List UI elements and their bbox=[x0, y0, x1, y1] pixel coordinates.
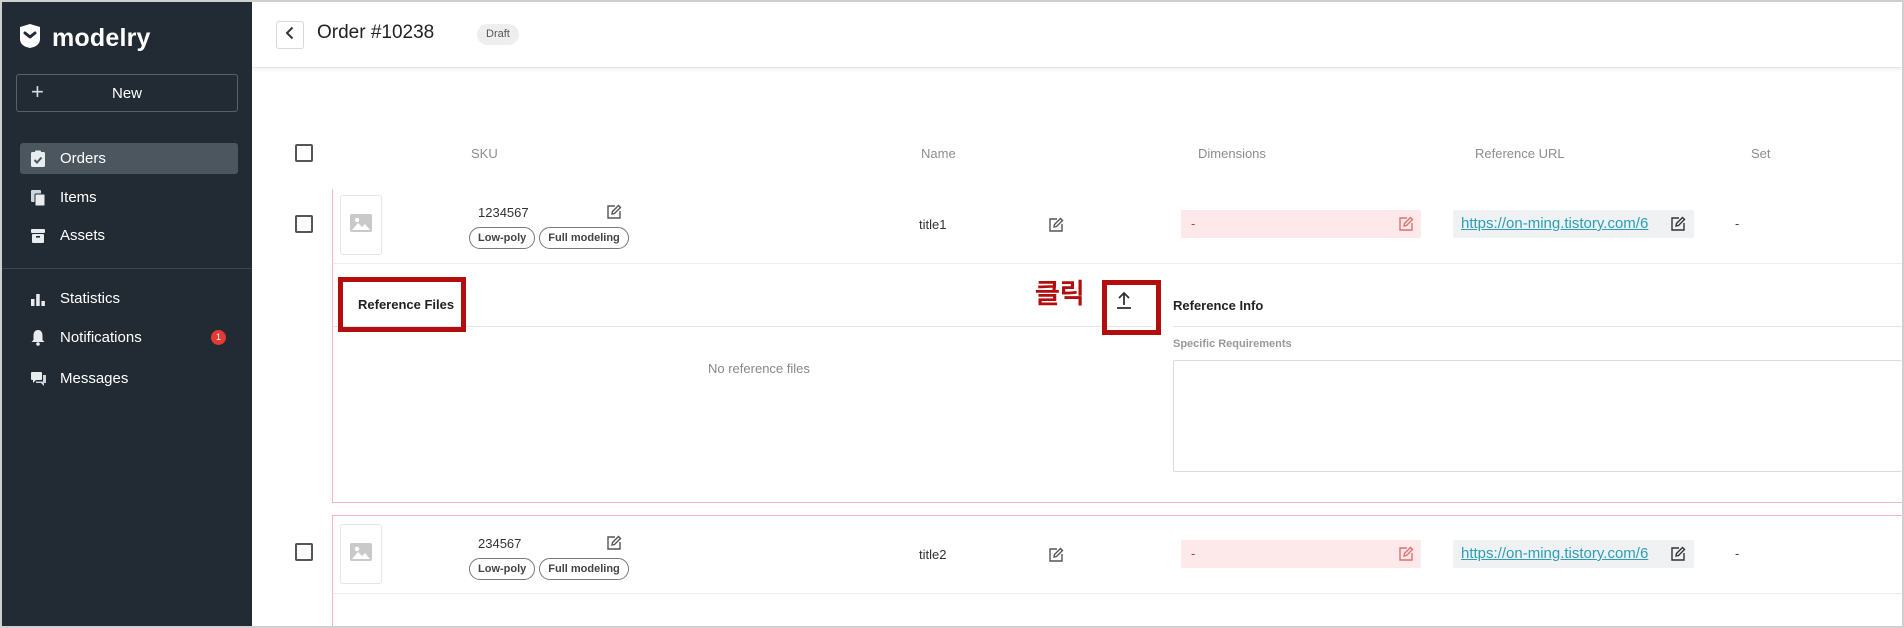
page-title: Order #10238 bbox=[317, 22, 435, 43]
item-thumbnail bbox=[340, 524, 382, 584]
tag-full-modeling: Full modeling bbox=[539, 558, 629, 580]
sidebar-item-orders[interactable]: Orders bbox=[20, 143, 238, 174]
edit-sku-icon[interactable] bbox=[605, 203, 623, 221]
sidebar-item-label: Items bbox=[60, 189, 97, 206]
orders-icon bbox=[28, 149, 48, 169]
tag-group: Low-poly Full modeling bbox=[469, 558, 633, 580]
dimensions-value: - bbox=[1191, 546, 1196, 561]
sidebar-item-messages[interactable]: Messages bbox=[20, 363, 238, 394]
reference-url-field: https://on-ming.tistory.com/6 bbox=[1453, 540, 1694, 568]
edit-sku-icon[interactable] bbox=[605, 534, 623, 552]
sidebar-item-items[interactable]: Items bbox=[20, 182, 238, 213]
reference-url-field: https://on-ming.tistory.com/6 bbox=[1453, 210, 1694, 238]
reference-url-link[interactable]: https://on-ming.tistory.com/6 bbox=[1461, 545, 1648, 562]
table-header: SKU Name Dimensions Reference URL Set bbox=[252, 138, 1902, 168]
sidebar: modelry + New Orders Items Assets Statis… bbox=[2, 2, 252, 626]
specific-requirements-textarea[interactable] bbox=[1173, 360, 1902, 472]
sidebar-item-assets[interactable]: Assets bbox=[20, 220, 238, 251]
sidebar-item-label: Assets bbox=[60, 227, 106, 244]
notification-badge: 1 bbox=[211, 330, 226, 345]
tag-low-poly: Low-poly bbox=[469, 558, 536, 580]
sidebar-item-label: Statistics bbox=[60, 290, 121, 307]
dimensions-value: - bbox=[1191, 216, 1196, 231]
statistics-icon bbox=[28, 289, 48, 309]
annotation-click-label: 클릭 bbox=[1035, 279, 1085, 310]
column-header-reference-url[interactable]: Reference URL bbox=[1475, 146, 1565, 161]
app-window: modelry + New Orders Items Assets Statis… bbox=[0, 0, 1904, 628]
name-value: title1 bbox=[919, 217, 947, 232]
column-header-set[interactable]: Set bbox=[1751, 146, 1771, 161]
row-checkbox[interactable] bbox=[295, 543, 313, 561]
row-checkbox[interactable] bbox=[295, 215, 313, 233]
items-icon bbox=[28, 188, 48, 208]
tag-full-modeling: Full modeling bbox=[539, 227, 629, 249]
row-divider bbox=[333, 593, 1902, 594]
chevron-left-icon bbox=[285, 26, 295, 45]
highlight-reference-files bbox=[338, 277, 466, 332]
tag-group: Low-poly Full modeling bbox=[469, 227, 633, 249]
section-divider bbox=[1173, 326, 1902, 327]
sidebar-item-label: Notifications bbox=[60, 329, 142, 346]
sidebar-item-statistics[interactable]: Statistics bbox=[20, 283, 238, 314]
empty-files-message: No reference files bbox=[708, 361, 810, 376]
edit-dimensions-icon[interactable] bbox=[1397, 215, 1415, 233]
image-placeholder-icon bbox=[349, 542, 373, 567]
specific-requirements-label: Specific Requirements bbox=[1173, 338, 1292, 350]
edit-name-icon[interactable] bbox=[1047, 546, 1065, 564]
new-button[interactable]: + New bbox=[16, 74, 238, 112]
new-button-label: New bbox=[111, 84, 142, 102]
set-value: - bbox=[1735, 546, 1740, 561]
sidebar-divider bbox=[2, 268, 252, 269]
name-value: title2 bbox=[919, 547, 947, 562]
column-header-sku[interactable]: SKU bbox=[471, 146, 498, 161]
column-header-dimensions[interactable]: Dimensions bbox=[1198, 146, 1266, 161]
sku-value: 234567 bbox=[478, 536, 522, 551]
bell-icon bbox=[28, 328, 48, 348]
logo[interactable]: modelry bbox=[16, 22, 151, 55]
dimensions-field[interactable]: - bbox=[1181, 210, 1421, 238]
modelry-logo-icon bbox=[16, 22, 44, 55]
edit-dimensions-icon[interactable] bbox=[1397, 545, 1415, 563]
sidebar-item-notifications[interactable]: Notifications 1 bbox=[20, 322, 238, 353]
table-row[interactable]: 1234567 Low-poly Full modeling title1 - h… bbox=[332, 189, 1902, 263]
edit-url-icon[interactable] bbox=[1669, 545, 1687, 563]
reference-info-title: Reference Info bbox=[1173, 298, 1264, 313]
reference-url-link[interactable]: https://on-ming.tistory.com/6 bbox=[1461, 215, 1648, 232]
plus-icon: + bbox=[31, 79, 44, 104]
sku-value: 1234567 bbox=[478, 205, 529, 220]
edit-name-icon[interactable] bbox=[1047, 216, 1065, 234]
assets-icon bbox=[28, 226, 48, 246]
set-value: - bbox=[1735, 216, 1740, 231]
messages-icon bbox=[28, 369, 48, 389]
table-row[interactable]: 234567 Low-poly Full modeling title2 - ht… bbox=[332, 515, 1902, 626]
tag-low-poly: Low-poly bbox=[469, 227, 536, 249]
status-badge: Draft bbox=[477, 24, 519, 45]
image-placeholder-icon bbox=[349, 213, 373, 238]
sidebar-item-label: Messages bbox=[60, 370, 129, 387]
back-button[interactable] bbox=[276, 21, 304, 49]
dimensions-field[interactable]: - bbox=[1181, 540, 1421, 568]
edit-url-icon[interactable] bbox=[1669, 215, 1687, 233]
sidebar-item-label: Orders bbox=[60, 150, 106, 167]
column-header-name[interactable]: Name bbox=[921, 146, 956, 161]
select-all-checkbox[interactable] bbox=[295, 144, 313, 162]
item-thumbnail bbox=[340, 195, 382, 255]
logo-text: modelry bbox=[52, 24, 151, 52]
highlight-upload-button bbox=[1102, 280, 1161, 335]
page-header: Order #10238 Draft bbox=[252, 2, 1902, 68]
